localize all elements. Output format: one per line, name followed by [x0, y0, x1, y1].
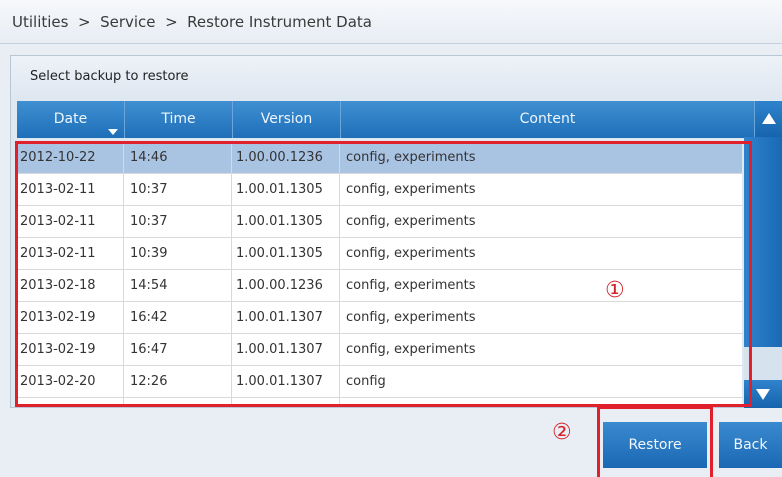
scroll-up-button[interactable]: [755, 101, 782, 138]
table-row[interactable]: 2013-02-11 10:37 1.00.01.1305 config, exper…: [16, 206, 742, 238]
content-cell: config, experiments: [346, 342, 476, 357]
backup-list: 2012-10-22 14:46 1.00.00.1236 config, exper…: [16, 142, 742, 405]
content-cell: config: [346, 374, 386, 389]
column-header-version[interactable]: Version: [233, 101, 341, 138]
table-row[interactable]: 2013-02-19 16:47 1.00.01.1307 config, exper…: [16, 334, 742, 366]
time-cell: 16:47: [124, 334, 232, 366]
time-cell: 14:46: [124, 142, 232, 174]
time-cell: 16:42: [124, 302, 232, 334]
restore-button[interactable]: Restore: [603, 422, 707, 468]
time-cell: 10:37: [124, 206, 232, 238]
content-cell: config, experiments: [346, 278, 476, 293]
version-cell: 1.00.00.1236: [232, 142, 340, 174]
time-cell: 10:37: [124, 174, 232, 206]
date-cell: 2013-02-11: [16, 238, 124, 270]
scroll-down-button[interactable]: [744, 380, 782, 408]
time-cell: 12:26: [124, 366, 232, 398]
date-cell: 2013-02-18: [16, 270, 124, 302]
column-header-date[interactable]: Date: [17, 101, 125, 138]
column-header-content[interactable]: Content: [341, 101, 755, 138]
column-label: Time: [161, 111, 196, 127]
column-label: Date: [53, 111, 88, 127]
table-row[interactable]: 2013-02-11 10:37 1.00.01.1305 config, exper…: [16, 174, 742, 206]
panel-header: Select backup to restore: [11, 56, 782, 98]
table-row[interactable]: 2013-02-18 14:54 1.00.00.1236 config, exper…: [16, 270, 742, 302]
arrow-down-icon: [756, 389, 770, 400]
version-cell: 1.00.00.1236: [232, 270, 340, 302]
version-cell: 1.00.01.1307: [232, 302, 340, 334]
sort-desc-icon: [108, 129, 118, 135]
scrollbar-track[interactable]: [744, 137, 782, 380]
content-cell: config, experiments: [346, 182, 476, 197]
column-label: Version: [260, 111, 313, 127]
time-cell: 14:54: [124, 270, 232, 302]
version-cell: 1.00.01.1309: [232, 398, 340, 405]
table-row[interactable]: 2013-02-20 12:26 1.00.01.1307 config: [16, 366, 742, 398]
breadcrumb: Utilities > Service > Restore Instrument…: [12, 13, 372, 31]
date-cell: 2012-10-22: [16, 142, 124, 174]
table-row[interactable]: 2013-02-19 16:42 1.00.01.1307 config, exper…: [16, 302, 742, 334]
content-cell: config, experiments: [346, 246, 476, 261]
content-cell: config, experiments: [346, 310, 476, 325]
back-button[interactable]: Back: [719, 422, 782, 468]
table-row[interactable]: 2013-02-11 10:39 1.00.01.1305 config, exper…: [16, 238, 742, 270]
date-cell: 2013-02-11: [16, 206, 124, 238]
breadcrumb-bar: Utilities > Service > Restore Instrument…: [0, 0, 782, 44]
table-row[interactable]: 2012-10-22 14:46 1.00.00.1236 config, exper…: [16, 142, 742, 174]
date-cell: 2013-02-19: [16, 302, 124, 334]
table-row[interactable]: 2013-02-2615:381.00.01.1309config, exper…: [16, 398, 742, 405]
content-cell: config, experiments: [346, 214, 476, 229]
date-cell: 2013-02-20: [16, 366, 124, 398]
date-cell: 2013-02-19: [16, 334, 124, 366]
date-cell: 2013-02-26: [16, 398, 124, 405]
panel-title: Select backup to restore: [30, 69, 189, 84]
arrow-up-icon: [762, 113, 776, 124]
column-header-time[interactable]: Time: [125, 101, 233, 138]
date-cell: 2013-02-11: [16, 174, 124, 206]
version-cell: 1.00.01.1305: [232, 238, 340, 270]
time-cell: 10:39: [124, 238, 232, 270]
content-cell: config, experiments: [346, 150, 476, 165]
column-label: Content: [519, 111, 576, 127]
version-cell: 1.00.01.1305: [232, 174, 340, 206]
content-cell: config, experiments: [340, 398, 742, 405]
version-cell: 1.00.01.1307: [232, 366, 340, 398]
scrollbar-thumb[interactable]: [744, 137, 782, 347]
time-cell: 15:38: [124, 398, 232, 405]
version-cell: 1.00.01.1305: [232, 206, 340, 238]
callout-number-1: ①: [605, 278, 625, 303]
table-header: Date Time Version Content: [17, 101, 782, 138]
callout-number-2: ②: [552, 420, 572, 445]
version-cell: 1.00.01.1307: [232, 334, 340, 366]
